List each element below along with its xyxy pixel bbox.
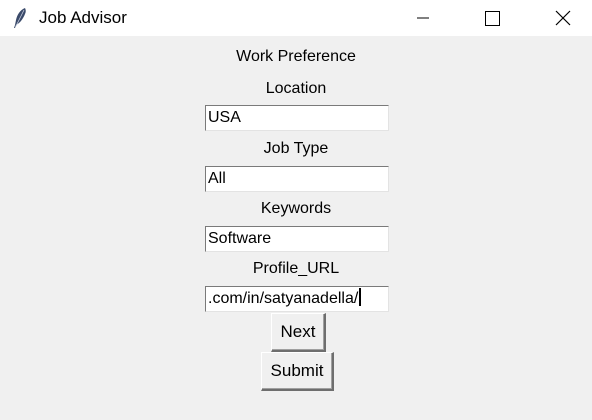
feather-icon	[12, 7, 28, 29]
job-type-label: Job Type	[263, 140, 329, 157]
maximize-button[interactable]	[468, 0, 514, 36]
window-title: Job Advisor	[39, 8, 127, 27]
text-cursor	[359, 288, 362, 306]
profile-url-input[interactable]: .com/in/satyanadella/	[205, 286, 389, 312]
location-label: Location	[265, 80, 327, 97]
profile-url-label: Profile_URL	[252, 260, 340, 277]
form-heading: Work Preference	[236, 48, 356, 65]
minimize-button[interactable]	[400, 0, 446, 36]
app-window: Job Advisor Work Preference Location USA…	[0, 0, 592, 420]
location-input[interactable]: USA	[205, 105, 389, 131]
title-bar[interactable]: Job Advisor	[0, 0, 592, 36]
profile-url-value: .com/in/satyanadella/	[208, 290, 359, 307]
next-button[interactable]: Next	[271, 313, 326, 352]
keywords-input[interactable]: Software	[205, 226, 389, 252]
keywords-label: Keywords	[260, 200, 332, 217]
job-type-input[interactable]: All	[205, 166, 389, 192]
submit-button[interactable]: Submit	[261, 352, 334, 391]
minimize-icon	[417, 17, 429, 19]
maximize-icon	[485, 11, 500, 26]
close-button[interactable]	[540, 0, 586, 36]
close-icon	[555, 10, 571, 26]
